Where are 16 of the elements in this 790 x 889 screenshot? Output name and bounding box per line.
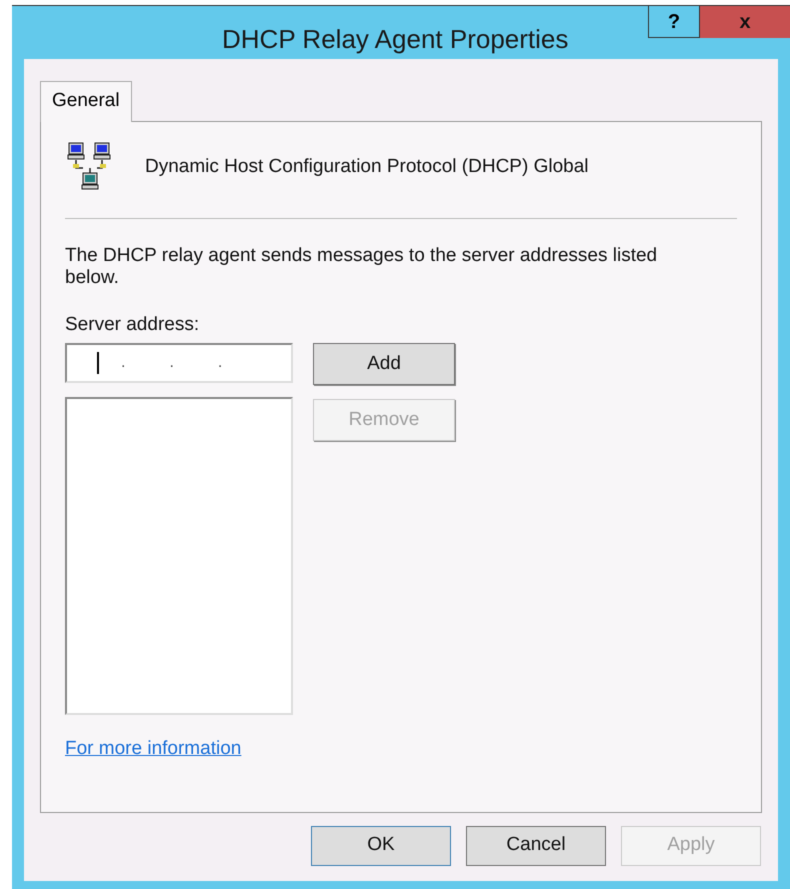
ip-separator: .	[218, 353, 222, 373]
help-button[interactable]: ?	[648, 6, 700, 38]
dialog-button[interactable]: Add	[313, 343, 455, 385]
dialog-button[interactable]: Cancel	[466, 826, 606, 866]
close-button[interactable]: x	[700, 6, 790, 38]
ip-separator: .	[169, 353, 174, 373]
tab[interactable]: General	[40, 81, 132, 122]
more-info-link[interactable]: For more information	[65, 735, 242, 764]
header-text: Dynamic Host Configuration Protocol (DHCP) Global	[145, 155, 588, 180]
description-text: The DHCP relay agent sends messages to the server addresses listed below.	[65, 244, 658, 288]
server-list[interactable]	[65, 397, 293, 715]
field-label: Server address:	[65, 312, 200, 336]
ip-address-field[interactable]: . . .	[65, 343, 293, 383]
default-button[interactable]: OK	[311, 826, 451, 866]
ip-separator: .	[121, 353, 126, 373]
window-title: DHCP Relay Agent Properties	[222, 23, 568, 56]
